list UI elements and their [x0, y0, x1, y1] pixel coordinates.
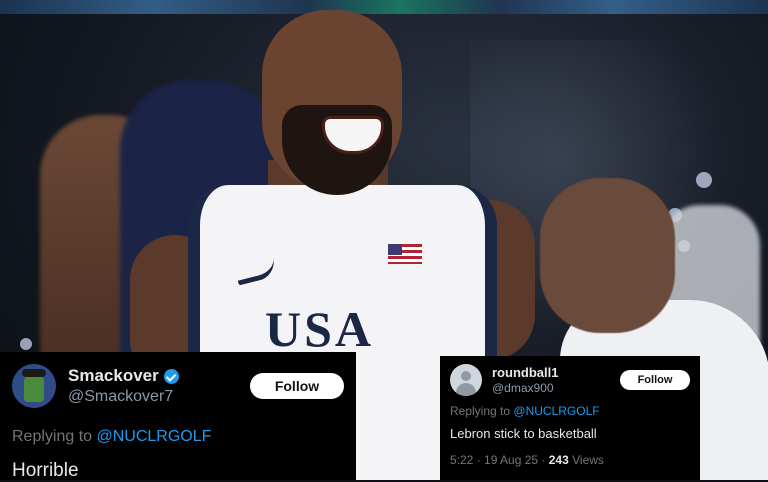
display-name[interactable]: Smackover [68, 366, 250, 386]
tweet-header: roundball1 @dmax900 Follow [450, 364, 690, 396]
display-name[interactable]: roundball1 [492, 365, 620, 380]
verified-badge-icon [163, 368, 179, 384]
replying-prefix: Replying to [450, 404, 511, 418]
user-handle[interactable]: @dmax900 [492, 381, 620, 395]
tweet-text: Lebron stick to basketball [450, 426, 597, 441]
default-avatar-icon[interactable] [450, 364, 482, 396]
jersey-text: USA [265, 301, 375, 357]
tweet-timestamp[interactable]: 5:22 · 19 Aug 25 · [450, 453, 545, 467]
mention-link[interactable]: @NUCLRGOLF [513, 404, 599, 418]
cartoon-avatar-icon[interactable] [12, 364, 56, 408]
stage-light [696, 172, 712, 188]
tweet-meta: 5:22 · 19 Aug 25 · 243 Views [450, 453, 690, 467]
replying-prefix: Replying to [12, 428, 93, 445]
us-flag-icon [388, 244, 422, 264]
views-label: Views [572, 453, 604, 467]
tweet-card-roundball1: roundball1 @dmax900 Follow Replying to @… [440, 356, 700, 480]
user-names: roundball1 @dmax900 [492, 365, 620, 395]
follow-button[interactable]: Follow [620, 370, 690, 390]
staff-head [540, 178, 675, 333]
mention-link[interactable]: @NUCLRGOLF [97, 428, 212, 445]
replying-to-line: Replying to @NUCLRGOLF [12, 428, 344, 446]
tweet-card-smackover: Smackover @Smackover7 Follow Replying to… [0, 352, 356, 481]
views-count: 243 [548, 453, 569, 467]
tweet-text: Horrible [12, 460, 79, 481]
replying-to-line: Replying to @NUCLRGOLF [450, 404, 690, 418]
display-name-text[interactable]: Smackover [68, 366, 159, 386]
user-handle[interactable]: @Smackover7 [68, 388, 250, 406]
arena-banner [0, 0, 768, 14]
user-names: Smackover @Smackover7 [68, 366, 250, 406]
tweet-header: Smackover @Smackover7 Follow [12, 364, 344, 408]
stage-light [20, 338, 32, 350]
follow-button[interactable]: Follow [250, 373, 344, 399]
